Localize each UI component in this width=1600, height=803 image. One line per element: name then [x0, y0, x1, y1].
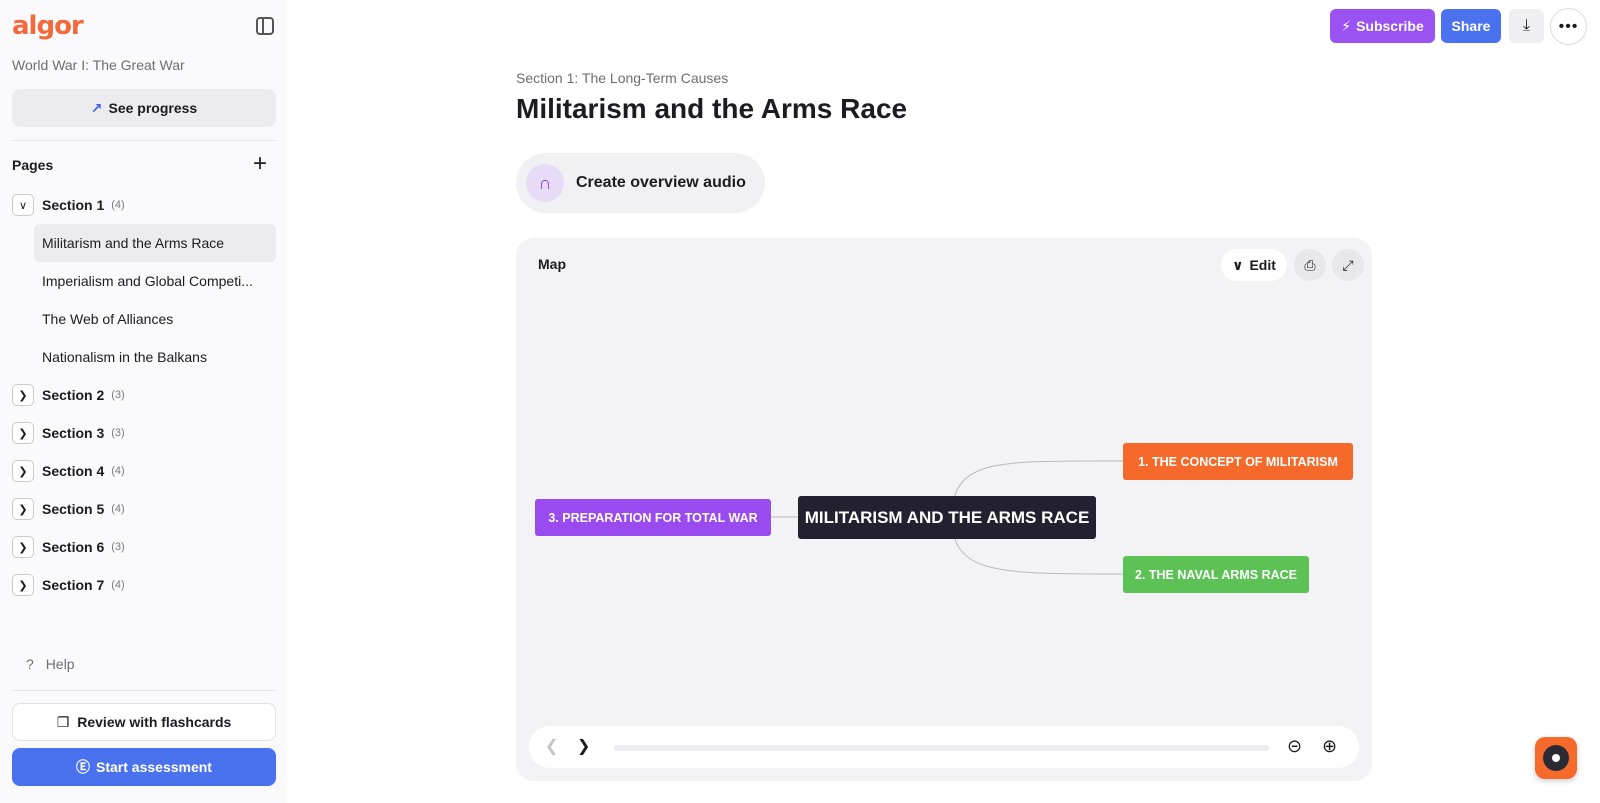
zoom-out-icon[interactable]: ⊝: [1287, 736, 1302, 757]
page-title: Militarism and the Arms Race: [516, 93, 908, 124]
section-count: (3): [111, 541, 125, 553]
chevron-right-icon[interactable]: ❯: [577, 736, 590, 756]
section-row-6[interactable]: ❯ Section 6 (3): [12, 528, 282, 566]
section-count: (4): [111, 579, 125, 591]
subscribe-button[interactable]: ⚡ Subscribe: [1330, 9, 1435, 43]
chat-assistant-button[interactable]: [1535, 737, 1577, 779]
chevron-right-icon[interactable]: ❯: [12, 498, 34, 520]
section-name: Section 4: [42, 463, 105, 479]
section-row-1[interactable]: ∨ Section 1 (4): [12, 186, 282, 224]
create-audio-button[interactable]: ∩ Create overview audio: [516, 153, 765, 213]
map-scrollbar[interactable]: [614, 745, 1269, 751]
mascot-icon: [1543, 745, 1569, 771]
course-title: World War I: The Great War: [12, 57, 185, 73]
help-link[interactable]: ? Help: [26, 656, 75, 672]
headphones-icon: ∩: [526, 164, 564, 202]
sidebar: algor World War I: The Great War ↗ See p…: [0, 0, 287, 803]
section-count: (3): [111, 427, 125, 439]
map-controls: ❮ ❯ ⊝ ⊕: [529, 726, 1359, 768]
chevron-right-icon[interactable]: ❯: [12, 384, 34, 406]
section-row-5[interactable]: ❯ Section 5 (4): [12, 490, 282, 528]
assessment-label: Start assessment: [96, 759, 212, 775]
lightning-icon: ⚡: [1341, 17, 1352, 34]
add-page-icon[interactable]: +: [253, 152, 267, 176]
zoom-in-icon[interactable]: ⊕: [1322, 736, 1337, 757]
page-item-nationalism[interactable]: Nationalism in the Balkans: [12, 338, 282, 376]
section-row-7[interactable]: ❯ Section 7 (4): [12, 566, 282, 604]
help-label: Help: [45, 656, 75, 672]
audio-label: Create overview audio: [576, 174, 746, 191]
share-button[interactable]: Share: [1441, 9, 1501, 43]
pages-heading: Pages: [12, 157, 54, 173]
breadcrumb: Section 1: The Long-Term Causes: [516, 70, 729, 86]
page-tree: ∨ Section 1 (4) Militarism and the Arms …: [12, 186, 282, 604]
divider: [12, 140, 276, 141]
map-node-center[interactable]: MILITARISM AND THE ARMS RACE: [798, 496, 1096, 539]
chevron-right-icon[interactable]: ❯: [12, 422, 34, 444]
section-name: Section 7: [42, 577, 105, 593]
flashcards-label: Review with flashcards: [77, 714, 232, 730]
section-row-2[interactable]: ❯ Section 2 (3): [12, 376, 282, 414]
more-options-icon[interactable]: •••: [1550, 8, 1587, 45]
section-count: (4): [111, 199, 125, 211]
question-circle-icon: Ⓔ: [76, 759, 91, 775]
chevron-right-icon[interactable]: ❯: [12, 536, 34, 558]
section-row-3[interactable]: ❯ Section 3 (3): [12, 414, 282, 452]
section-name: Section 6: [42, 539, 105, 555]
review-flashcards-button[interactable]: ❐ Review with flashcards: [12, 703, 276, 741]
cards-icon: ❐: [56, 713, 70, 730]
page-item-alliances[interactable]: The Web of Alliances: [12, 300, 282, 338]
section-count: (3): [111, 389, 125, 401]
section-row-4[interactable]: ❯ Section 4 (4): [12, 452, 282, 490]
map-node-naval-arms-race[interactable]: 2. THE NAVAL ARMS RACE: [1123, 556, 1309, 593]
section-name: Section 1: [42, 197, 105, 213]
mind-map-card: Map ∨ Edit ⎙ ⤢ MILITARISM AND THE ARMS R…: [516, 238, 1372, 781]
map-node-concept-of-militarism[interactable]: 1. THE CONCEPT OF MILITARISM: [1123, 443, 1353, 480]
subscribe-label: Subscribe: [1356, 18, 1424, 34]
page-item-militarism[interactable]: Militarism and the Arms Race: [34, 224, 276, 262]
section-count: (4): [111, 503, 125, 515]
app-logo[interactable]: algor: [12, 11, 84, 41]
section-name: Section 5: [42, 501, 105, 517]
chevron-down-icon[interactable]: ∨: [12, 194, 34, 216]
section-name: Section 3: [42, 425, 105, 441]
question-icon: ?: [26, 656, 34, 672]
chevron-right-icon[interactable]: ❯: [12, 460, 34, 482]
trending-up-icon: ↗: [90, 99, 103, 116]
start-assessment-button[interactable]: Ⓔ Start assessment: [12, 748, 276, 786]
section-count: (4): [111, 465, 125, 477]
chevron-left-icon[interactable]: ❮: [545, 736, 558, 756]
page-item-imperialism[interactable]: Imperialism and Global Competi...: [12, 262, 282, 300]
chevron-right-icon[interactable]: ❯: [12, 574, 34, 596]
see-progress-button[interactable]: ↗ See progress: [12, 89, 276, 127]
divider: [12, 690, 276, 691]
download-icon[interactable]: ⤓: [1509, 9, 1544, 43]
section-name: Section 2: [42, 387, 105, 403]
map-node-preparation-total-war[interactable]: 3. PREPARATION FOR TOTAL WAR: [535, 499, 771, 536]
see-progress-label: See progress: [108, 100, 198, 116]
sidebar-toggle-icon[interactable]: [256, 17, 274, 35]
